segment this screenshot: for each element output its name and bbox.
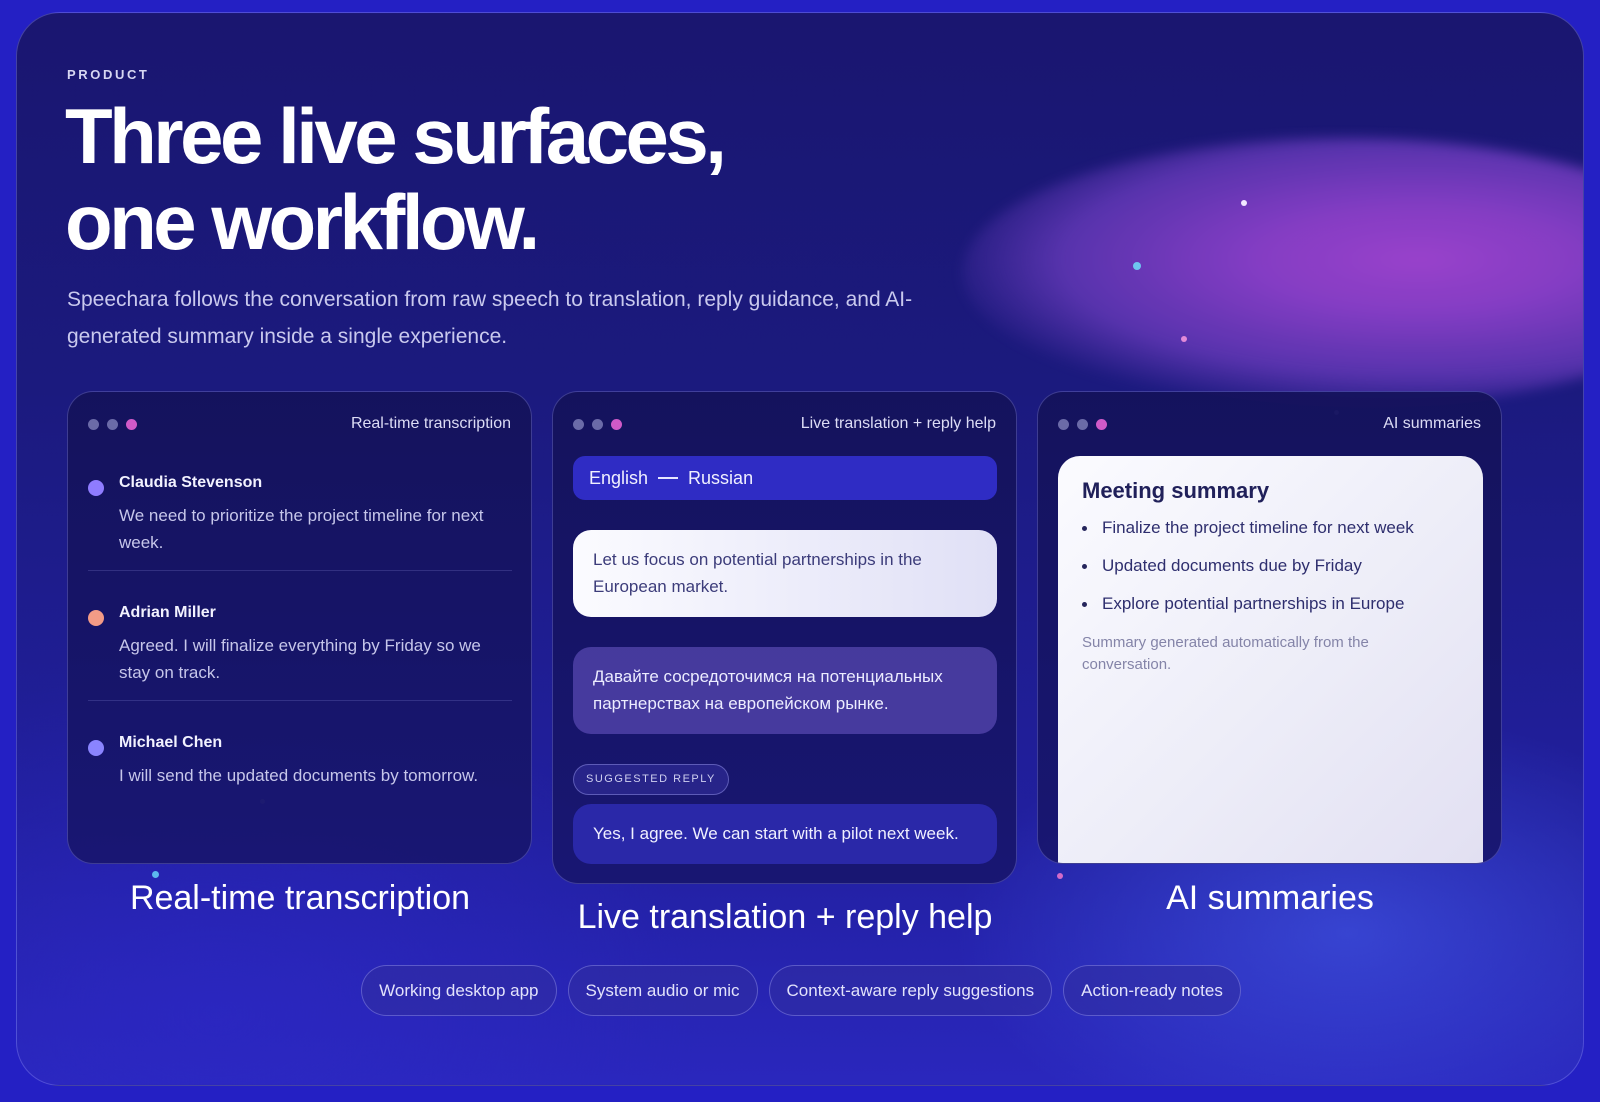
avatar (88, 480, 104, 496)
window-controls (1058, 419, 1107, 430)
meeting-summary-panel: Meeting summary Finalize the project tim… (1058, 456, 1483, 863)
dash-separator (658, 477, 679, 479)
summary-item: Finalize the project timeline for next w… (1082, 518, 1459, 538)
window-dot (1096, 419, 1107, 430)
source-language: English (589, 467, 649, 488)
summary-list: Finalize the project timeline for next w… (1082, 518, 1459, 614)
transcript-text: Agreed. I will finalize everything by Fr… (119, 636, 481, 682)
hero-section: PRODUCT Three live surfaces, one workflo… (16, 12, 1584, 1086)
window-dot (592, 419, 603, 430)
chip-desktop-app[interactable]: Working desktop app (361, 965, 557, 1016)
speaker-name: Michael Chen (119, 734, 223, 751)
page-title-line-1: Three live surfaces, (65, 92, 727, 180)
window-dot (1058, 419, 1069, 430)
window-controls (573, 419, 622, 430)
summary-note: Summary generated automatically from the… (1082, 634, 1369, 673)
chip-action-notes[interactable]: Action-ready notes (1063, 965, 1241, 1016)
caption-transcription: Real-time transcription (129, 879, 471, 917)
sparkle-dot (1181, 336, 1187, 342)
translation-card: Live translation + reply help English Ru… (552, 391, 1017, 884)
summary-item: Explore potential partnerships in Europe (1082, 594, 1459, 614)
transcript-entry: Claudia Stevenson We need to prioritize … (88, 474, 512, 564)
transcription-card: Real-time transcription Claudia Stevenso… (67, 391, 532, 864)
sparkle-dot (152, 871, 159, 878)
target-language: Russian (688, 467, 754, 488)
caption-summaries: AI summaries (1166, 879, 1374, 917)
feature-chips: Working desktop app System audio or mic … (17, 965, 1583, 1016)
language-pair-selector[interactable]: English Russian (573, 456, 997, 500)
page-title: Three live surfaces, one workflow. (65, 92, 727, 266)
transcript-entry: Michael Chen I will send the updated doc… (88, 734, 512, 794)
window-dot (611, 419, 622, 430)
window-dot (573, 419, 584, 430)
background-glow (962, 138, 1583, 408)
summary-card: AI summaries Meeting summary Finalize th… (1037, 391, 1502, 864)
window-dot (107, 419, 118, 430)
summary-item: Updated documents due by Friday (1082, 556, 1459, 576)
translated-message: Давайте сосредоточимся на потенциальных … (573, 647, 997, 734)
sparkle-dot (1241, 200, 1247, 206)
transcript-text: We need to prioritize the project timeli… (119, 506, 484, 552)
chip-reply-suggestions[interactable]: Context-aware reply suggestions (768, 965, 1053, 1016)
page-title-line-2: one workflow. (65, 178, 540, 266)
page-subtitle: Speechara follows the conversation from … (67, 288, 913, 348)
avatar (88, 610, 104, 626)
transcript-text: I will send the updated documents by tom… (119, 766, 479, 785)
eyebrow-label: PRODUCT (67, 67, 150, 82)
transcript-entry: Adrian Miller Agreed. I will finalize ev… (88, 604, 512, 694)
window-dot (126, 419, 137, 430)
suggested-reply[interactable]: Yes, I agree. We can start with a pilot … (573, 804, 997, 864)
summary-title: Meeting summary (1082, 478, 1270, 503)
caption-translation: Live translation + reply help (577, 898, 993, 936)
divider (88, 570, 512, 571)
avatar (88, 740, 104, 756)
card-title: Real-time transcription (350, 415, 511, 432)
chip-audio-source[interactable]: System audio or mic (567, 965, 758, 1016)
card-title: Live translation + reply help (800, 415, 996, 432)
speaker-name: Claudia Stevenson (119, 474, 263, 491)
speaker-name: Adrian Miller (119, 604, 216, 621)
suggested-reply-label: SUGGESTED REPLY (573, 764, 729, 795)
card-title: AI summaries (1383, 415, 1481, 432)
window-dot (88, 419, 99, 430)
window-dot (1077, 419, 1088, 430)
divider (88, 700, 512, 701)
sparkle-dot (1133, 262, 1141, 270)
window-controls (88, 419, 137, 430)
original-message: Let us focus on potential partnerships i… (573, 530, 997, 617)
